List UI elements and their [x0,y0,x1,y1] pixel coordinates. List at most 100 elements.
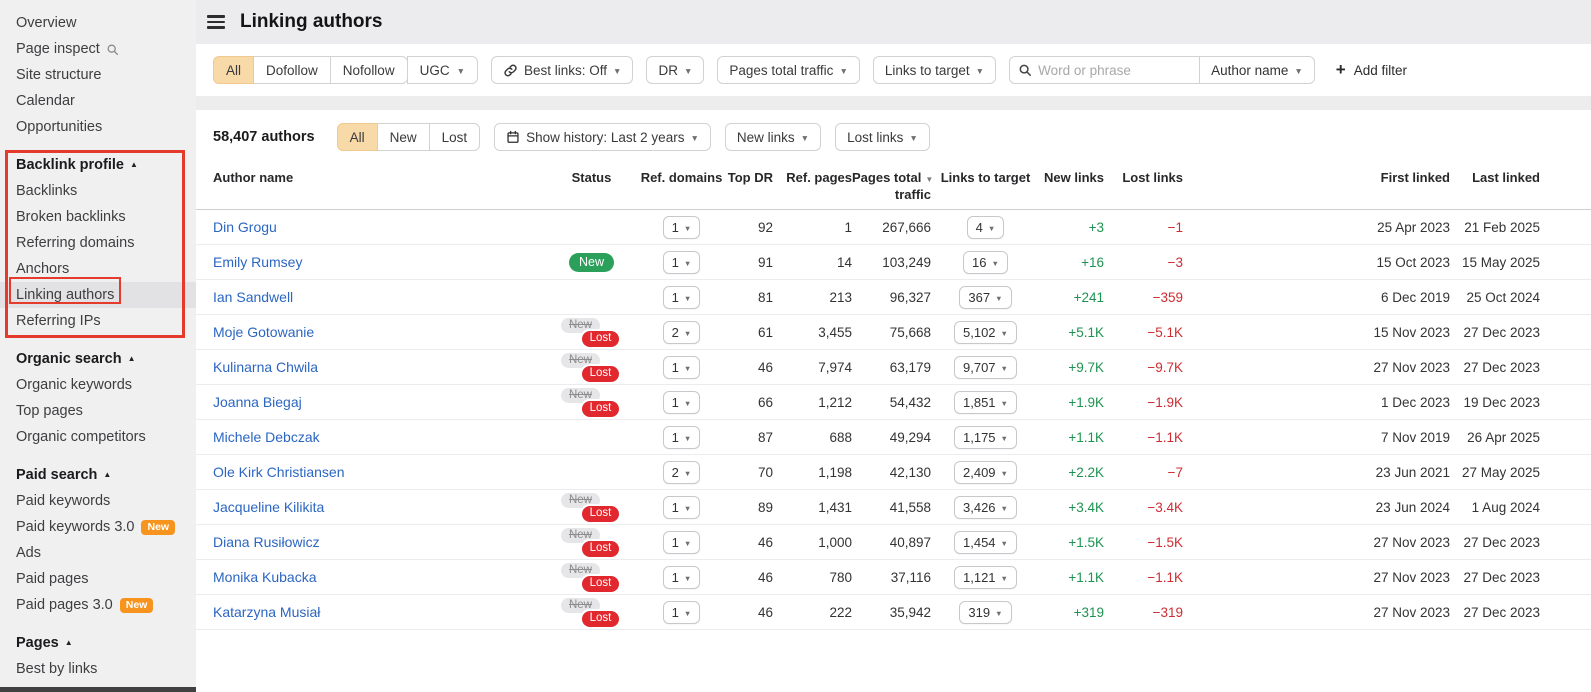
col-header-author-name[interactable]: Author name [213,170,545,185]
sidebar-item-page-inspect[interactable]: Page inspect [0,36,196,62]
chevron-down-icon: ▼ [992,259,999,268]
author-link[interactable]: Monika Kubacka [213,569,317,585]
author-link[interactable]: Ian Sandwell [213,289,293,305]
links-to-target-dropdown[interactable]: 319▼ [959,601,1011,624]
col-header-links-to-target[interactable]: Links to target [931,170,1040,185]
links-to-target-dropdown[interactable]: 367▼ [959,286,1011,309]
show-history-dropdown[interactable]: Show history: Last 2 years ▼ [494,123,711,151]
col-header-ref-pages[interactable]: Ref. pages [773,170,852,185]
best-links-dropdown[interactable]: Best links: Off ▼ [491,56,633,84]
chevron-down-icon: ▼ [1001,504,1008,513]
sidebar-item-broken-backlinks[interactable]: Broken backlinks [0,204,196,230]
sidebar-item-organic-keywords[interactable]: Organic keywords [0,372,196,398]
links-to-target-dropdown[interactable]: 1,121▼ [954,566,1017,589]
author-link[interactable]: Ole Kirk Christiansen [213,464,345,480]
links-to-target-cell: 16▼ [931,251,1040,274]
sidebar-item-organic-competitors[interactable]: Organic competitors [0,424,196,450]
links-to-target-dropdown[interactable]: 1,851▼ [954,391,1017,414]
links-to-target-dropdown[interactable]: 16▼ [963,251,1008,274]
new-links-dropdown[interactable]: New links ▼ [725,123,821,151]
sidebar-section-header[interactable]: Backlink profile▲ [0,152,196,178]
col-header-lost-links[interactable]: Lost links [1104,170,1183,185]
tab-status-all[interactable]: All [337,123,378,151]
sidebar-item-referring-domains[interactable]: Referring domains [0,230,196,256]
author-link[interactable]: Joanna Biegaj [213,394,302,410]
sidebar-scrollbar[interactable] [0,687,196,692]
links-to-target-dropdown[interactable]: 4▼ [967,216,1005,239]
links-to-target-dropdown[interactable]: 5,102▼ [954,321,1017,344]
tab-status-new[interactable]: New [377,123,430,151]
author-link[interactable]: Diana Rusiłowicz [213,534,320,550]
dr-dropdown[interactable]: DR ▼ [646,56,704,84]
sidebar-item-top-pages[interactable]: Top pages [0,398,196,424]
ref-domains-dropdown[interactable]: 1▼ [663,251,701,274]
sidebar-item-ads[interactable]: Ads [0,540,196,566]
ref-domains-dropdown[interactable]: 1▼ [663,286,701,309]
page-title: Linking authors [240,11,383,33]
sidebar-item-paid-keywords[interactable]: Paid keywords [0,488,196,514]
ref-domains-dropdown[interactable]: 2▼ [663,321,701,344]
ref-domains-dropdown[interactable]: 1▼ [663,216,701,239]
sidebar-section-header[interactable]: Organic search▲ [0,346,196,372]
chevron-down-icon: ▼ [1294,66,1302,76]
first-linked-cell: 25 Apr 2023 [1340,220,1450,235]
ref-domains-dropdown[interactable]: 1▼ [663,356,701,379]
ref-domains-dropdown[interactable]: 1▼ [663,496,701,519]
links-to-target-dropdown[interactable]: Links to target ▼ [873,56,996,84]
col-header-top-dr[interactable]: Top DR [725,170,773,185]
tab-status-lost[interactable]: Lost [429,123,481,151]
author-link[interactable]: Kulinarna Chwila [213,359,318,375]
tab-linktype-dofollow[interactable]: Dofollow [253,56,331,84]
author-link[interactable]: Emily Rumsey [213,254,302,270]
sidebar-item-calendar[interactable]: Calendar [0,88,196,114]
ref-domains-dropdown[interactable]: 1▼ [663,566,701,589]
sidebar-item-paid-pages[interactable]: Paid pages [0,566,196,592]
tab-linktype-nofollow[interactable]: Nofollow [330,56,408,84]
sidebar-item-best-by-links[interactable]: Best by links [0,656,196,682]
sidebar-item-overview[interactable]: Overview [0,10,196,36]
links-to-target-dropdown[interactable]: 3,426▼ [954,496,1017,519]
links-to-target-dropdown[interactable]: 1,454▼ [954,531,1017,554]
author-link[interactable]: Moje Gotowanie [213,324,314,340]
sidebar-item-backlinks[interactable]: Backlinks [0,178,196,204]
sidebar-item-anchors[interactable]: Anchors [0,256,196,282]
col-header-ref-domains[interactable]: Ref. domains [638,170,725,185]
menu-icon[interactable] [207,15,225,29]
lost-links-dropdown[interactable]: Lost links ▼ [835,123,930,151]
col-header-pages-total-traffic[interactable]: Pages total▼traffic [852,170,931,202]
sidebar-item-linking-authors[interactable]: Linking authors [0,282,196,308]
search-input[interactable] [1038,63,1188,78]
top-header: Linking authors [196,0,1591,44]
author-link[interactable]: Din Grogu [213,219,277,235]
pages-total-traffic-dropdown[interactable]: Pages total traffic ▼ [717,56,859,84]
ref-domains-dropdown[interactable]: 1▼ [663,426,701,449]
ref-domains-dropdown[interactable]: 1▼ [663,391,701,414]
links-to-target-dropdown[interactable]: 2,409▼ [954,461,1017,484]
ugc-dropdown[interactable]: UGC ▼ [407,56,478,84]
author-link[interactable]: Jacqueline Kilikita [213,499,324,515]
tab-linktype-all[interactable]: All [213,56,254,84]
author-link[interactable]: Michele Debczak [213,429,320,445]
sidebar-item-site-structure[interactable]: Site structure [0,62,196,88]
chevron-down-icon: ▼ [1001,364,1008,373]
ref-domains-dropdown[interactable]: 2▼ [663,461,701,484]
sidebar-item-paid-pages-3-0[interactable]: Paid pages 3.0New [0,592,196,618]
search-field-dropdown[interactable]: Author name ▼ [1199,57,1314,83]
sidebar-section-header[interactable]: Paid search▲ [0,462,196,488]
add-filter-button[interactable]: + Add filter [1336,63,1407,78]
ref-pages-cell: 1,431 [773,500,852,515]
col-header-last-linked[interactable]: Last linked [1450,170,1540,185]
links-to-target-dropdown[interactable]: 1,175▼ [954,426,1017,449]
sidebar-item-referring-ips[interactable]: Referring IPs [0,308,196,334]
ref-domains-dropdown[interactable]: 1▼ [663,601,701,624]
col-header-new-links[interactable]: New links [1040,170,1104,185]
col-header-status[interactable]: Status [545,170,638,185]
links-to-target-dropdown[interactable]: 9,707▼ [954,356,1017,379]
last-linked-cell: 15 May 2025 [1450,255,1540,270]
author-link[interactable]: Katarzyna Musiał [213,604,320,620]
sidebar-item-opportunities[interactable]: Opportunities [0,114,196,140]
sidebar-item-paid-keywords-3-0[interactable]: Paid keywords 3.0New [0,514,196,540]
sidebar-section-header[interactable]: Pages▲ [0,630,196,656]
col-header-first-linked[interactable]: First linked [1340,170,1450,185]
ref-domains-dropdown[interactable]: 1▼ [663,531,701,554]
